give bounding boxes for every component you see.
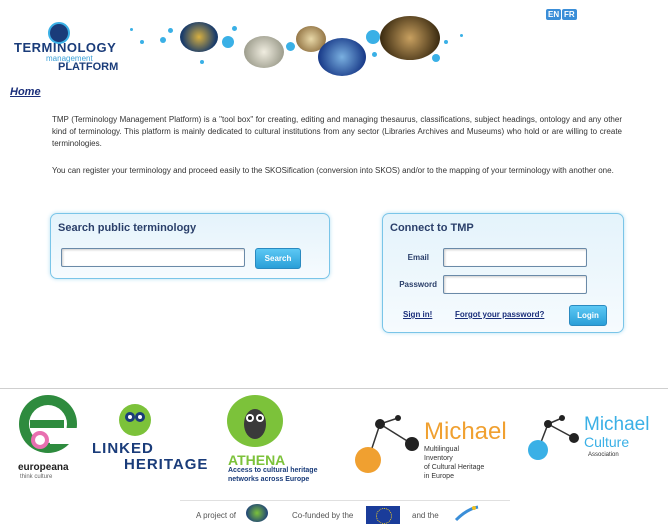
- michael-culture-name-1: Michael: [584, 414, 650, 435]
- michael-culture-dots-icon: [528, 415, 579, 460]
- cofunded-text: Co-funded by the: [292, 511, 354, 520]
- lang-en-button[interactable]: EN: [546, 9, 562, 20]
- password-label: Password: [399, 280, 437, 289]
- athena-tagline-1: Access to cultural heritage: [228, 467, 318, 474]
- login-panel: Connect to TMP Email Password Sign in! F…: [382, 213, 624, 333]
- login-panel-title: Connect to TMP: [390, 222, 474, 234]
- michael-tagline-2: Inventory: [424, 455, 453, 462]
- and-the-text: and the: [412, 511, 439, 520]
- athena-name: ATHENA: [228, 452, 286, 468]
- michael-name: Michael: [424, 418, 507, 445]
- login-button[interactable]: Login: [569, 305, 607, 326]
- logo-line3: PLATFORM: [58, 61, 119, 73]
- logo-emblem-icon: [48, 22, 70, 44]
- search-input[interactable]: [61, 248, 245, 267]
- linked-heritage-small-logo: [246, 504, 268, 522]
- footer-divider-2: [180, 500, 510, 501]
- header-photo-2: [244, 36, 284, 68]
- athena-tagline-2: networks across Europe: [228, 476, 310, 483]
- europeana-name: europeana: [18, 462, 69, 473]
- europeana-e-icon: [19, 395, 80, 453]
- header-photo-5: [380, 16, 440, 60]
- tmp-logo: TERMINOLOGY management PLATFORM: [14, 40, 118, 73]
- intro-paragraph-1: TMP (Terminology Management Platform) is…: [52, 115, 622, 148]
- search-button[interactable]: Search: [255, 248, 301, 269]
- password-field[interactable]: [443, 275, 587, 294]
- project-of-text: A project of: [196, 511, 237, 520]
- search-panel: Search public terminology Search: [50, 213, 330, 279]
- michael-tagline-4: in Europe: [424, 473, 454, 480]
- footer-divider: [0, 388, 668, 389]
- michael-culture-name-2: Culture: [584, 434, 630, 450]
- lang-fr-button[interactable]: FR: [562, 9, 577, 20]
- intro-paragraph-2: You can register your terminology and pr…: [52, 166, 614, 175]
- michael-culture-tagline: Association: [588, 452, 619, 458]
- home-link[interactable]: Home: [10, 86, 41, 98]
- forgot-password-link[interactable]: Forgot your password?: [455, 310, 544, 319]
- header-photo-4: [318, 38, 366, 76]
- michael-tagline-1: Multilingual: [424, 446, 460, 453]
- athena-owl-icon: [227, 395, 283, 447]
- europeana-tagline: think culture: [20, 474, 53, 480]
- michael-tagline-3: of Cultural Heritage: [424, 464, 485, 471]
- programme-swoosh-icon: [454, 505, 479, 522]
- signin-link[interactable]: Sign in!: [403, 310, 432, 319]
- search-panel-title: Search public terminology: [58, 222, 197, 234]
- linked-heritage-line1: LINKED: [92, 440, 154, 457]
- michael-dots-icon: [355, 415, 419, 473]
- logo-line1: TERMINOLOGY: [14, 40, 117, 55]
- email-label: Email: [407, 253, 429, 262]
- eu-flag-icon: [366, 506, 400, 524]
- header-photo-1: [180, 22, 218, 52]
- linked-heritage-line2: HERITAGE: [124, 456, 209, 473]
- email-field[interactable]: [443, 248, 587, 267]
- owl-icon: [119, 404, 151, 436]
